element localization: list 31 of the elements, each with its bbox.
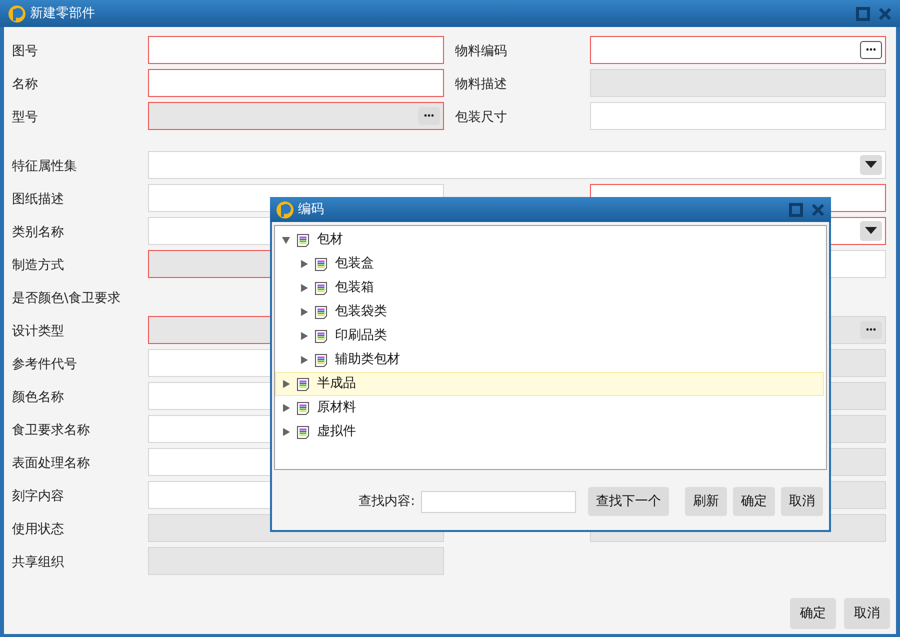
dialog-title: 编码 [298, 200, 324, 219]
field-label: 物料编码 [455, 44, 507, 58]
window-title: 新建零部件 [30, 4, 95, 23]
field-label: 参考件代号 [12, 356, 77, 372]
field-label: 是否颜色\食卫要求 [12, 290, 120, 306]
field-label: 图纸描述 [12, 192, 64, 206]
field-label: 刻字内容 [12, 488, 64, 504]
tree-item-label: 包装袋类 [335, 303, 387, 322]
field-label: 型号 [12, 110, 38, 124]
search-label: 查找内容: [358, 492, 415, 511]
field-label: 图号 [12, 44, 38, 58]
tree-item-label: 原材料 [317, 399, 356, 418]
tree-item-label: 包材 [317, 231, 343, 250]
field-label: 名称 [12, 76, 38, 92]
field-label: 包装尺寸 [455, 110, 507, 124]
field-label: 设计类型 [12, 324, 64, 338]
field-label: 食卫要求名称 [12, 422, 90, 438]
field-label: 颜色名称 [12, 390, 64, 404]
field-label: 制造方式 [12, 258, 64, 272]
field-label: 类别名称 [12, 224, 64, 240]
tree-item-label: 包装箱 [335, 279, 374, 298]
tree-item-label: 包装盒 [335, 255, 374, 274]
field-label: 共享组织 [12, 554, 64, 570]
tree-item-label: 辅助类包材 [335, 351, 400, 370]
field-label: 表面处理名称 [12, 456, 90, 470]
tree-item-label: 印刷品类 [335, 327, 387, 346]
field-label: 特征属性集 [12, 158, 77, 174]
tree-item-label: 半成品 [317, 375, 356, 394]
field-label: 物料描述 [455, 76, 507, 92]
tree-item-label: 虚拟件 [317, 423, 356, 442]
field-label: 使用状态 [12, 522, 64, 536]
